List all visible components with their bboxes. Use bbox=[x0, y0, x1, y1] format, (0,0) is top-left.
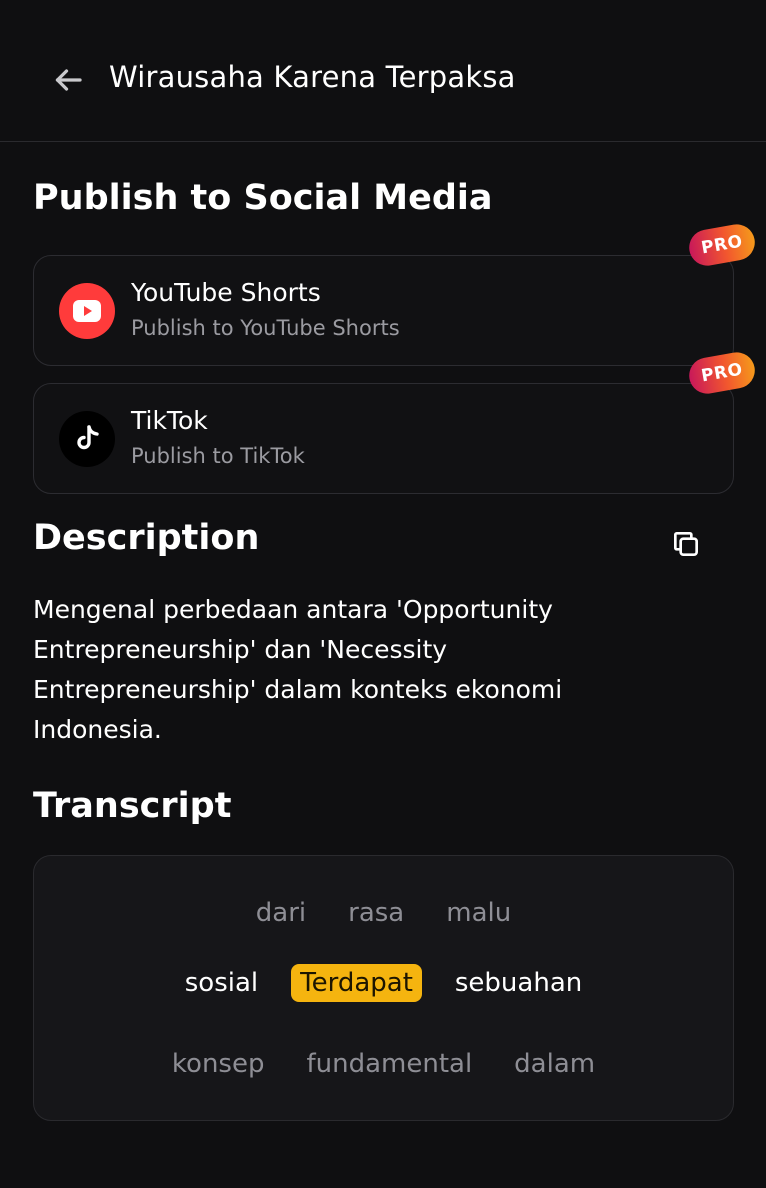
copy-button[interactable] bbox=[664, 522, 708, 566]
youtube-icon bbox=[59, 283, 115, 339]
transcript-word[interactable]: sebuahan bbox=[446, 964, 591, 1002]
copy-icon bbox=[674, 532, 698, 556]
back-button[interactable] bbox=[46, 58, 90, 102]
transcript-word[interactable]: sosial bbox=[176, 964, 267, 1002]
arrow-left-icon bbox=[55, 69, 82, 91]
platform-subtitle: Publish to TikTok bbox=[131, 444, 305, 468]
tiktok-icon bbox=[59, 411, 115, 467]
platform-name: YouTube Shorts bbox=[131, 278, 321, 307]
tiktok-card[interactable]: TikTok Publish to TikTok bbox=[33, 383, 734, 494]
transcript-panel: dari rasa malu sosial Terdapat sebuahan … bbox=[33, 855, 734, 1121]
description-text: Mengenal perbedaan antara 'Opportunity E… bbox=[33, 595, 563, 744]
transcript-line: konsep fundamental dalam bbox=[34, 1045, 733, 1083]
platform-name: TikTok bbox=[131, 406, 208, 435]
description-title: Description bbox=[33, 518, 260, 558]
transcript-word-active[interactable]: Terdapat bbox=[291, 964, 422, 1002]
transcript-title: Transcript bbox=[33, 786, 232, 826]
transcript-line: sosial Terdapat sebuahan bbox=[34, 964, 733, 1002]
transcript-word[interactable]: konsep bbox=[163, 1045, 274, 1083]
youtube-shorts-card[interactable]: YouTube Shorts Publish to YouTube Shorts bbox=[33, 255, 734, 366]
page-title: Wirausaha Karena Terpaksa bbox=[109, 60, 516, 94]
transcript-word[interactable]: fundamental bbox=[297, 1045, 481, 1083]
transcript-word[interactable]: rasa bbox=[339, 894, 413, 932]
transcript-word[interactable]: malu bbox=[437, 894, 520, 932]
transcript-word[interactable]: dalam bbox=[505, 1045, 604, 1083]
app-header: Wirausaha Karena Terpaksa bbox=[0, 0, 766, 142]
transcript-line: dari rasa malu bbox=[34, 894, 733, 932]
transcript-word[interactable]: dari bbox=[247, 894, 315, 932]
pro-badge: PRO bbox=[686, 221, 758, 269]
platform-subtitle: Publish to YouTube Shorts bbox=[131, 316, 400, 340]
publish-section-title: Publish to Social Media bbox=[33, 178, 493, 218]
